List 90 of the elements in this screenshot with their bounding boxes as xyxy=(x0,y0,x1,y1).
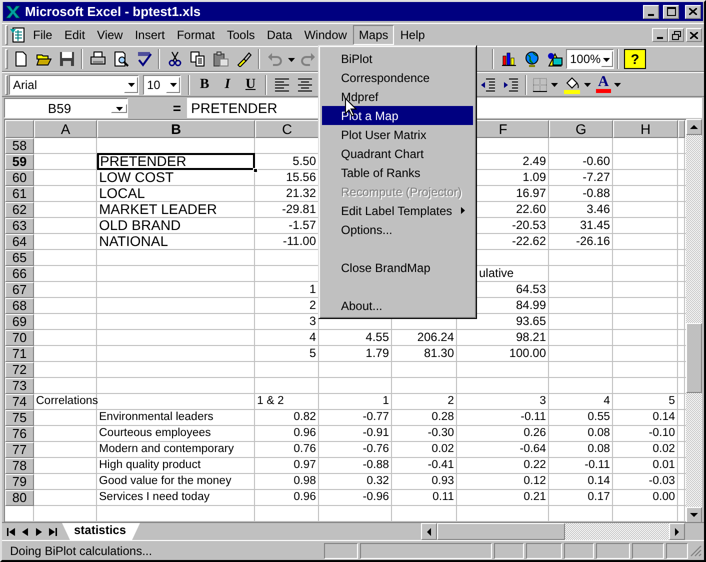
table-cell: 15.56 xyxy=(286,170,316,184)
table-cell: -0.88 xyxy=(362,459,389,471)
table-cell: -0.64 xyxy=(520,443,546,455)
table-cell: -11.00 xyxy=(282,234,316,248)
table-cell: 5.50 xyxy=(292,154,316,168)
table-cell: Modern and contemporary xyxy=(99,443,234,455)
table-cell: LOW COST xyxy=(99,169,174,185)
window-title: Microsoft Excel - bptest1.xls xyxy=(25,4,202,19)
table-cell: -0.03 xyxy=(648,475,675,487)
table-cell: -0.77 xyxy=(362,411,389,423)
table-cell: 4.55 xyxy=(366,330,389,344)
table-cell: -0.96 xyxy=(362,491,389,503)
table-cell: 0.96 xyxy=(294,491,316,503)
table-cell: 1 xyxy=(309,282,316,296)
table-cell: NATIONAL xyxy=(99,233,168,249)
table-cell: 31.45 xyxy=(580,218,610,232)
table-cell: 100.00 xyxy=(509,346,546,360)
table-cell: 0.28 xyxy=(432,411,454,423)
table-cell: MARKET LEADER xyxy=(99,201,217,217)
table-cell: -20.53 xyxy=(512,218,546,232)
table-cell: 1.79 xyxy=(366,346,389,360)
table-cell: 3.46 xyxy=(586,202,610,216)
table-cell: 21.32 xyxy=(286,186,316,200)
table-cell: Environmental leaders xyxy=(99,411,214,423)
table-cell: 0.32 xyxy=(366,475,389,487)
table-cell: 0.00 xyxy=(652,491,675,503)
table-cell: 1.09 xyxy=(522,170,546,184)
table-cell: 0.82 xyxy=(294,411,316,423)
table-cell: 0.08 xyxy=(588,427,610,439)
table-cell: -29.81 xyxy=(282,202,316,216)
table-cell: 0.14 xyxy=(652,411,675,423)
table-cell: 2.49 xyxy=(522,154,546,168)
table-cell: 1 & 2 xyxy=(257,395,284,407)
table-cell: OLD BRAND xyxy=(99,217,181,233)
table-cell: 4 xyxy=(604,395,610,407)
table-cell: 0.02 xyxy=(432,443,454,455)
table-cell: 2 xyxy=(309,298,316,312)
table-cell: 81.30 xyxy=(424,346,454,360)
table-cell: Good value for the money xyxy=(99,475,232,487)
table-cell: 3 xyxy=(540,395,546,407)
table-cell: 206.24 xyxy=(417,330,454,344)
table-cell: 0.96 xyxy=(294,427,316,439)
table-cell: 0.97 xyxy=(294,459,316,471)
table-cell: Services I need today xyxy=(99,491,210,503)
table-cell: 0.01 xyxy=(652,459,675,471)
table-cell: LOCAL xyxy=(99,185,145,201)
table-cell: 0.76 xyxy=(294,443,316,455)
table-cell: 0.98 xyxy=(294,475,316,487)
table-cell: 0.17 xyxy=(588,491,610,503)
table-cell: 4 xyxy=(309,330,316,344)
table-cell: 0.55 xyxy=(588,411,610,423)
table-cell: 98.21 xyxy=(516,330,546,344)
table-cell: -0.76 xyxy=(362,443,389,455)
table-cell: 5 xyxy=(309,346,316,360)
selected-cell-text: PRETENDER xyxy=(100,153,186,169)
table-cell: -0.60 xyxy=(582,154,610,168)
table-cell: ulative xyxy=(479,266,514,280)
table-cell: 93.65 xyxy=(516,314,546,328)
table-cell: 5 xyxy=(668,395,675,407)
table-cell: 0.08 xyxy=(588,443,610,455)
table-cell: -0.30 xyxy=(428,427,454,439)
table-cell: 0.21 xyxy=(524,491,546,503)
table-cell: 16.97 xyxy=(516,186,546,200)
table-cell: -26.16 xyxy=(576,234,610,248)
table-cell: 64.53 xyxy=(516,282,546,296)
table-cell: 2 xyxy=(448,395,454,407)
table-cell: 0.02 xyxy=(652,443,675,455)
table-cell: 1 xyxy=(382,395,389,407)
table-cell: Correlations xyxy=(36,395,98,407)
table-cell: 0.22 xyxy=(524,459,546,471)
table-cell: 0.14 xyxy=(588,475,610,487)
table-cell: -0.88 xyxy=(582,186,610,200)
table-cell: 22.60 xyxy=(516,202,546,216)
table-cell: 0.11 xyxy=(432,491,454,503)
table-cell: -7.27 xyxy=(582,170,610,184)
table-cell: 3 xyxy=(309,314,316,328)
table-cell: -0.10 xyxy=(648,427,675,439)
table-cell: -0.91 xyxy=(362,427,389,439)
table-cell: 0.26 xyxy=(524,427,546,439)
table-cell: 0.93 xyxy=(432,475,454,487)
table-cell: High quality product xyxy=(99,459,201,471)
table-cell: 84.99 xyxy=(516,298,546,312)
table-cell: -22.62 xyxy=(512,234,546,248)
table-cell: -1.57 xyxy=(288,218,316,232)
table-cell: -0.11 xyxy=(584,459,610,471)
table-cell: Courteous employees xyxy=(99,427,211,439)
table-cell: -0.11 xyxy=(520,411,546,423)
table-cell: -0.41 xyxy=(428,459,454,471)
table-cell: 0.12 xyxy=(524,475,546,487)
status-text: Doing BiPlot calculations... xyxy=(9,544,154,558)
